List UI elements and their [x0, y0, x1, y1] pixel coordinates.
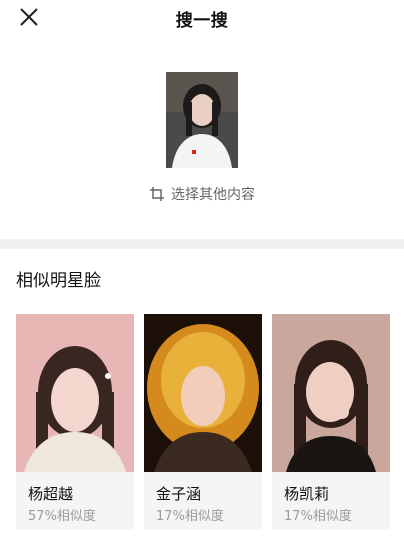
query-photo-image	[166, 72, 238, 168]
select-other-label: 选择其他内容	[171, 187, 255, 203]
result-similarity: 57%相似度	[28, 509, 96, 524]
result-photo	[16, 314, 134, 472]
result-card[interactable]: 金子涵 17%相似度	[144, 314, 262, 530]
result-name: 杨凯莉	[284, 485, 330, 503]
query-photo[interactable]	[166, 72, 238, 168]
result-name: 杨超越	[28, 485, 74, 503]
result-card[interactable]: 杨超越 57%相似度	[16, 314, 134, 530]
result-photo	[272, 314, 390, 472]
top-bar: 搜一搜	[0, 0, 404, 34]
result-name: 金子涵	[156, 485, 202, 503]
result-similarity: 17%相似度	[284, 509, 352, 524]
crop-icon	[150, 187, 164, 201]
page-title: 搜一搜	[175, 11, 229, 31]
select-other-content-button[interactable]: 选择其他内容	[0, 183, 404, 205]
section-title: 相似明星脸	[16, 271, 101, 291]
result-photo	[144, 314, 262, 472]
section-divider	[0, 239, 404, 249]
result-similarity: 17%相似度	[156, 509, 224, 524]
result-cards: 杨超越 57%相似度 金子涵 17%相似度 杨凯莉 17%相似度	[16, 314, 390, 530]
result-card[interactable]: 杨凯莉 17%相似度	[272, 314, 390, 530]
